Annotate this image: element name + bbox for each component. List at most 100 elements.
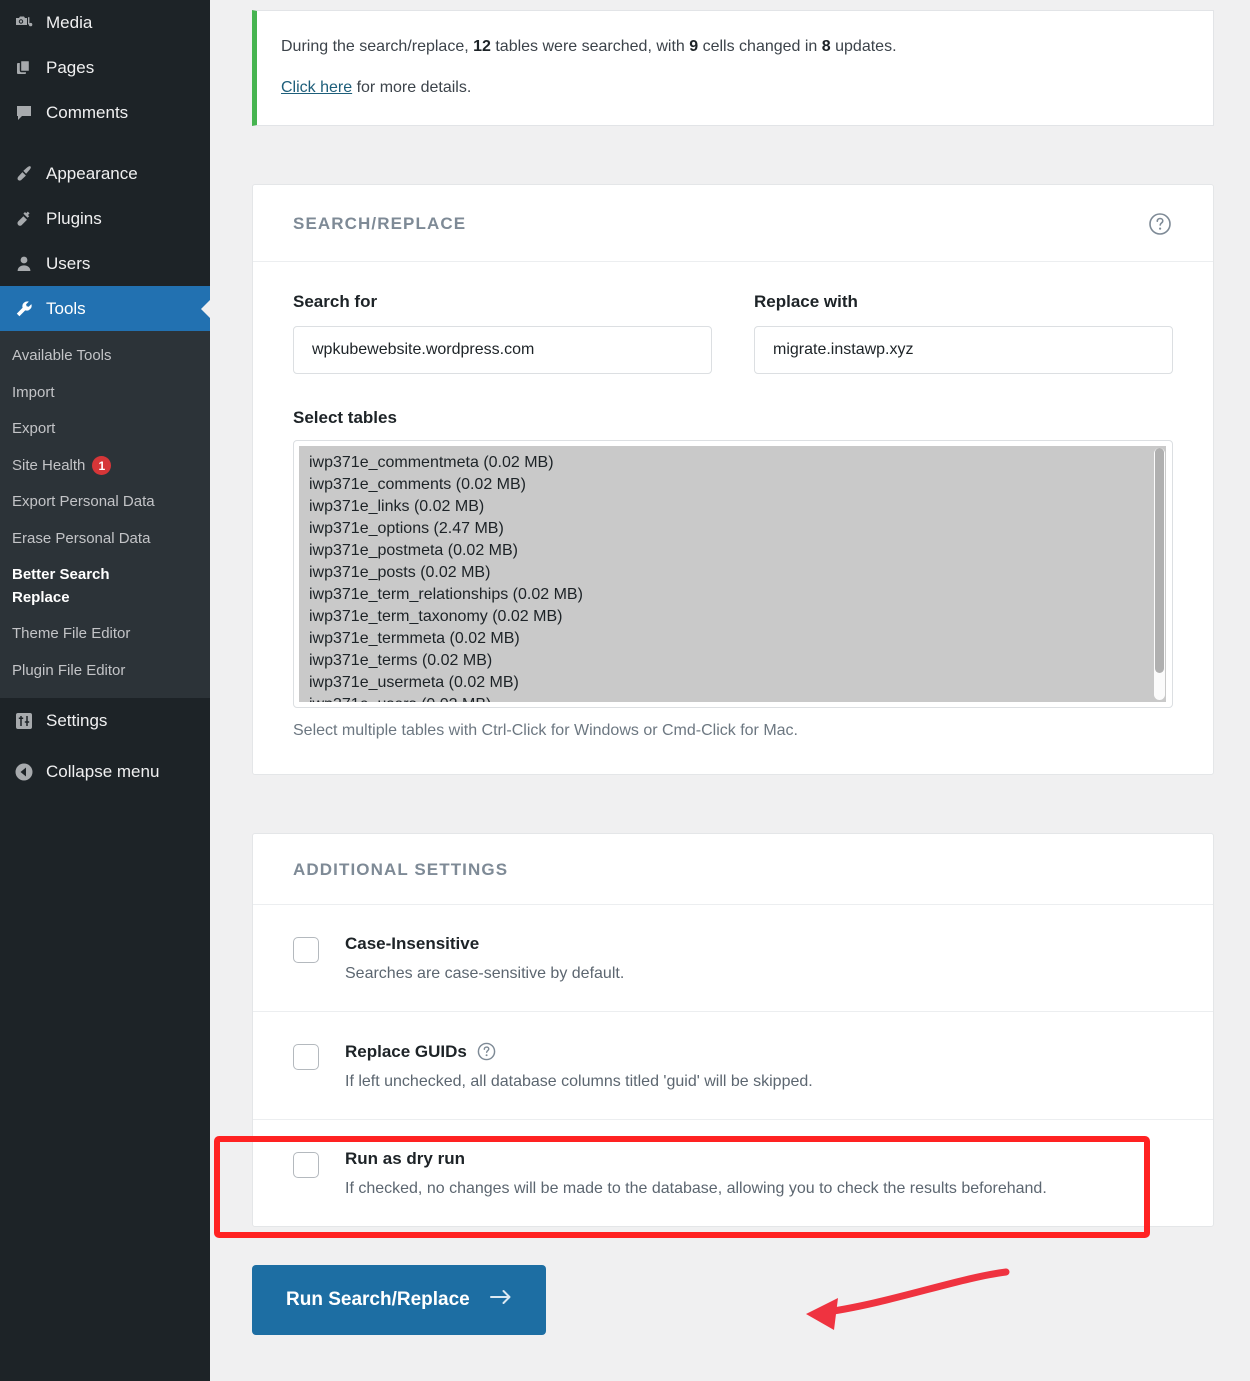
setting-row-dry-run: Run as dry run If checked, no changes wi… bbox=[253, 1120, 1213, 1226]
question-circle-icon[interactable] bbox=[476, 1041, 497, 1062]
collapse-arrow-icon bbox=[12, 762, 36, 782]
table-option[interactable]: iwp371e_postmeta (0.02 MB) bbox=[299, 540, 1166, 562]
sidebar-item-label: Plugins bbox=[46, 208, 102, 228]
replace-guids-checkbox[interactable] bbox=[293, 1044, 319, 1071]
sidebar-subitem-plugin-file-editor[interactable]: Plugin File Editor bbox=[0, 653, 210, 690]
sidebar-subitem-import[interactable]: Import bbox=[0, 375, 210, 412]
setting-description: If left unchecked, all database columns … bbox=[345, 1073, 813, 1091]
setting-row-replace-guids: Replace GUIDs If left unchecked, all dat… bbox=[253, 1012, 1213, 1121]
setting-title-label: Run as dry run bbox=[345, 1149, 465, 1169]
table-option[interactable]: iwp371e_posts (0.02 MB) bbox=[299, 562, 1166, 584]
sidebar-item-plugins[interactable]: Plugins bbox=[0, 196, 210, 241]
notice-tables-count: 12 bbox=[473, 38, 491, 55]
notice-details-link[interactable]: Click here bbox=[281, 79, 352, 96]
table-option[interactable]: iwp371e_term_taxonomy (0.02 MB) bbox=[299, 606, 1166, 628]
table-option[interactable]: iwp371e_termmeta (0.02 MB) bbox=[299, 628, 1166, 650]
case-insensitive-text: Case-Insensitive Searches are case-sensi… bbox=[345, 933, 624, 983]
notice-summary-line: During the search/replace, 12 tables wer… bbox=[281, 33, 1189, 60]
curved-left-arrow-annotation bbox=[806, 1268, 1010, 1330]
sidebar-subitem-better-search-replace[interactable]: Better Search Replace bbox=[0, 557, 130, 616]
sidebar-subitem-label: Erase Personal Data bbox=[12, 529, 151, 547]
setting-title-label: Case-Insensitive bbox=[345, 934, 480, 954]
notice-cells-count: 9 bbox=[689, 38, 699, 55]
notice-text-4: updates. bbox=[830, 38, 897, 55]
replace-with-input[interactable] bbox=[754, 326, 1173, 375]
listbox-scrollbar-thumb[interactable] bbox=[1155, 448, 1164, 674]
notice-updates-count: 8 bbox=[821, 38, 831, 55]
setting-title-label: Replace GUIDs bbox=[345, 1041, 467, 1061]
sidebar-subitem-label: Plugin File Editor bbox=[12, 661, 126, 679]
question-circle-icon[interactable] bbox=[1147, 211, 1173, 237]
sidebar-subitem-export-personal-data[interactable]: Export Personal Data bbox=[0, 484, 210, 521]
table-option[interactable]: iwp371e_links (0.02 MB) bbox=[299, 496, 1166, 518]
search-replace-panel: SEARCH/REPLACE Search for R bbox=[252, 184, 1214, 776]
search-for-label: Search for bbox=[293, 292, 378, 312]
arrow-right-icon bbox=[489, 1289, 512, 1311]
table-option[interactable]: iwp371e_term_relationships (0.02 MB) bbox=[299, 584, 1166, 606]
table-option[interactable]: iwp371e_users (0.02 MB) bbox=[299, 694, 1166, 702]
search-replace-fields: Search for Replace with bbox=[293, 292, 1173, 375]
sidebar-subitem-label: Import bbox=[12, 383, 55, 401]
run-search-replace-button[interactable]: Run Search/Replace bbox=[252, 1265, 546, 1336]
collapse-menu-button[interactable]: Collapse menu bbox=[0, 749, 210, 794]
search-replace-result-notice: During the search/replace, 12 tables wer… bbox=[252, 10, 1214, 127]
replace-with-field-group: Replace with bbox=[754, 292, 1173, 375]
search-for-input[interactable] bbox=[293, 326, 712, 375]
main-content: During the search/replace, 12 tables wer… bbox=[210, 0, 1250, 1381]
additional-settings-panel: ADDITIONAL SETTINGS Case-Insensitive Sea… bbox=[252, 833, 1214, 1228]
case-insensitive-checkbox[interactable] bbox=[293, 937, 319, 964]
sidebar-item-users[interactable]: Users bbox=[0, 241, 210, 286]
additional-settings-header: ADDITIONAL SETTINGS bbox=[253, 834, 1213, 906]
sidebar-subitem-label: Better Search Replace bbox=[12, 566, 110, 606]
comments-icon bbox=[12, 103, 36, 123]
sidebar-item-media[interactable]: Media bbox=[0, 0, 210, 45]
table-option[interactable]: iwp371e_commentmeta (0.02 MB) bbox=[299, 452, 1166, 474]
setting-title: Case-Insensitive bbox=[345, 934, 624, 954]
listbox-scrollbar[interactable] bbox=[1154, 448, 1165, 701]
table-option[interactable]: iwp371e_terms (0.02 MB) bbox=[299, 650, 1166, 672]
sidebar-item-settings[interactable]: Settings bbox=[0, 698, 210, 743]
sidebar-divider bbox=[0, 135, 210, 151]
sidebar-item-label: Media bbox=[46, 12, 93, 32]
dry-run-checkbox[interactable] bbox=[293, 1152, 319, 1179]
sidebar-item-label: Users bbox=[46, 253, 91, 273]
sidebar-subitem-erase-personal-data[interactable]: Erase Personal Data bbox=[0, 521, 210, 558]
notice-text-3: cells changed in bbox=[698, 38, 822, 55]
collapse-menu-label: Collapse menu bbox=[46, 761, 160, 781]
sidebar-subitem-label: Available Tools bbox=[12, 347, 112, 364]
settings-icon bbox=[12, 711, 36, 731]
tools-icon bbox=[12, 299, 36, 319]
setting-title: Replace GUIDs bbox=[345, 1041, 813, 1062]
table-option[interactable]: iwp371e_usermeta (0.02 MB) bbox=[299, 672, 1166, 694]
setting-row-case-insensitive: Case-Insensitive Searches are case-sensi… bbox=[253, 905, 1213, 1013]
search-replace-panel-header: SEARCH/REPLACE bbox=[253, 185, 1213, 263]
sidebar-item-appearance[interactable]: Appearance bbox=[0, 151, 210, 196]
search-replace-panel-body: Search for Replace with Select tables iw… bbox=[253, 262, 1213, 774]
notice-text-2: tables were searched, with bbox=[490, 38, 690, 55]
table-option[interactable]: iwp371e_options (2.47 MB) bbox=[299, 518, 1166, 540]
appearance-icon bbox=[12, 164, 36, 184]
sidebar-item-label: Tools bbox=[46, 298, 86, 318]
sidebar-subitem-theme-file-editor[interactable]: Theme File Editor bbox=[0, 616, 210, 653]
notice-text-1: During the search/replace, bbox=[281, 38, 474, 55]
tools-submenu: Available Tools Import Export Site Healt… bbox=[0, 331, 210, 698]
select-tables-listbox[interactable]: iwp371e_commentmeta (0.02 MB) iwp371e_co… bbox=[293, 440, 1173, 709]
sidebar-subitem-label: Site Health bbox=[12, 456, 86, 474]
sidebar-subitem-export[interactable]: Export bbox=[0, 411, 210, 448]
sidebar-item-tools[interactable]: Tools bbox=[0, 286, 210, 331]
notice-details-line: Click here for more details. bbox=[281, 74, 1189, 101]
sidebar-subitem-site-health[interactable]: Site Health 1 bbox=[0, 448, 210, 485]
select-tables-label: Select tables bbox=[293, 408, 397, 428]
replace-with-label: Replace with bbox=[754, 292, 858, 312]
sidebar-item-label: Comments bbox=[46, 102, 129, 122]
sidebar-item-label: Pages bbox=[46, 57, 95, 77]
select-tables-options[interactable]: iwp371e_commentmeta (0.02 MB) iwp371e_co… bbox=[299, 446, 1166, 703]
setting-description: If checked, no changes will be made to t… bbox=[345, 1180, 1047, 1198]
media-icon bbox=[12, 13, 36, 33]
pages-icon bbox=[12, 58, 36, 78]
table-option[interactable]: iwp371e_comments (0.02 MB) bbox=[299, 474, 1166, 496]
sidebar-subitem-available-tools[interactable]: Available Tools bbox=[0, 338, 210, 375]
sidebar-item-comments[interactable]: Comments bbox=[0, 90, 210, 135]
sidebar-item-pages[interactable]: Pages bbox=[0, 45, 210, 90]
replace-guids-text: Replace GUIDs If left unchecked, all dat… bbox=[345, 1040, 813, 1091]
